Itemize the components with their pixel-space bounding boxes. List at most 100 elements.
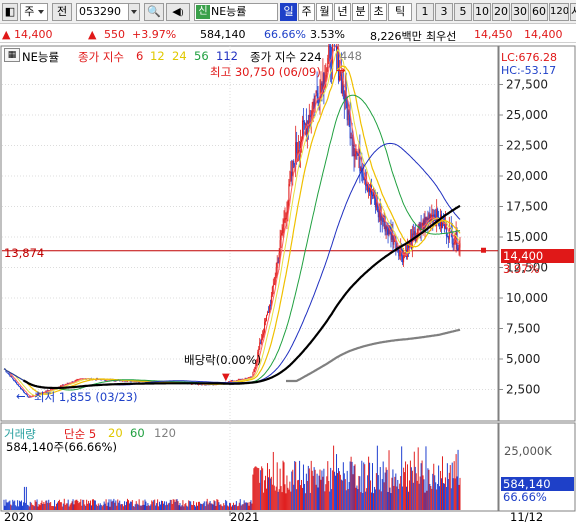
period-tab-tick[interactable]: 틱 [388,3,412,21]
legend-ma12: 12 [150,49,165,63]
volume-bar [313,467,315,510]
volume-bar [96,505,98,510]
candle-body [266,311,268,316]
volume-bar [432,473,434,510]
volume-value: 584,140 [200,28,246,41]
volume-bar [57,501,59,510]
symbol-name-field[interactable]: 신 NE능률 [194,3,278,21]
period-tab-second[interactable]: 초 [370,3,387,21]
volume-bar [434,475,436,510]
volume-bar [342,462,344,510]
volume-bar [334,471,336,510]
volume-bar [161,500,163,510]
interval-30[interactable]: 30 [511,3,529,21]
volume-bar [442,483,444,510]
volume-bar [279,468,281,510]
volume-bar [394,476,396,510]
volume-bar [186,505,188,510]
volume-bar [266,463,268,510]
volume-bar [273,485,275,510]
volume-bar [414,466,416,510]
more-menu[interactable]: 시 [570,3,576,21]
volume-bar [210,503,212,510]
volume-bar [161,500,163,510]
volume-bar [256,467,258,510]
candle-body [273,282,275,285]
period-tab-week[interactable]: 주 [298,3,315,21]
candle-body [296,142,298,153]
volume-bar [331,489,333,510]
volume-bar [98,505,100,510]
period-tab-month[interactable]: 월 [316,3,333,21]
lc-value: LC:676.28 [501,51,558,64]
interval-3[interactable]: 3 [435,3,453,21]
volume-bar [263,492,265,510]
volume-bar [343,473,345,510]
volume-bar [116,505,118,510]
volume-current-tag: 584,140 [501,477,574,491]
candle-body [351,137,353,146]
prev-button[interactable]: 전 [52,3,72,21]
volume-bar [315,484,317,510]
candle-body [293,160,295,165]
volume-bar [424,492,426,510]
volume-bar [459,477,461,510]
ask-price: 14,450 [474,28,513,41]
volume-bar [70,503,72,510]
volume-bar [51,505,53,510]
interval-20[interactable]: 20 [492,3,510,21]
legend-stock-tag[interactable]: NE능률 [22,49,59,65]
price-chart[interactable]: 2,500 5,000 7,500 10,000 12,500 15,000 17,500 2… [0,44,576,524]
volume-bar [146,505,148,510]
volume-bar [192,505,194,510]
sound-icon[interactable]: ◀) [166,3,190,21]
volume-bar [271,484,273,510]
volume-bar [19,500,21,510]
market-select[interactable]: 주 [20,3,48,21]
volume-bar [416,480,418,510]
volume-bar [69,504,71,510]
candle-body [363,177,365,181]
volume-bar [212,504,214,510]
volume-bar [226,501,228,510]
y-tick-label: 2,500 [506,383,540,397]
volume-bar [155,505,157,510]
search-icon[interactable]: 🔍 [144,3,164,21]
volume-bar [441,478,443,510]
candle-body [458,247,460,250]
interval-5[interactable]: 5 [454,3,472,21]
interval-10[interactable]: 10 [473,3,491,21]
candle-body [380,215,382,221]
period-tab-year[interactable]: 년 [334,3,351,21]
symbol-dropdown-button[interactable] [128,3,140,21]
volume-bar [347,489,349,510]
candle-body [253,369,255,373]
period-tab-minute[interactable]: 분 [352,3,369,21]
candle-body [283,219,285,228]
interval-120[interactable]: 120 [549,3,569,21]
period-tab-day[interactable]: 일 [280,3,297,21]
volume-bar [101,506,103,510]
legend-price-ma-label[interactable]: 종가 지수 [78,49,124,65]
candle-body [15,380,17,383]
candle-body [10,376,12,378]
candle-body [425,217,427,220]
volume-bar [174,501,176,510]
volume-bar [359,476,361,510]
interval-60[interactable]: 60 [530,3,548,21]
low-marker-label: 최저 1,855 (03/23) [34,390,138,404]
volume-bar [198,501,200,510]
volume-bar [80,499,82,510]
volume-bar [46,500,48,510]
volume-bar [73,504,75,510]
volume-bar [324,491,326,510]
legend-toggle-icon[interactable]: ▦ [4,48,20,62]
window-menu-icon[interactable]: ◧ [2,3,18,21]
candle-body [262,335,264,339]
volume-bar [181,505,183,510]
volume-bar [294,461,296,510]
volume-bar [264,480,266,510]
candle-body [9,374,11,377]
interval-1[interactable]: 1 [416,3,434,21]
candle-body [447,236,449,240]
